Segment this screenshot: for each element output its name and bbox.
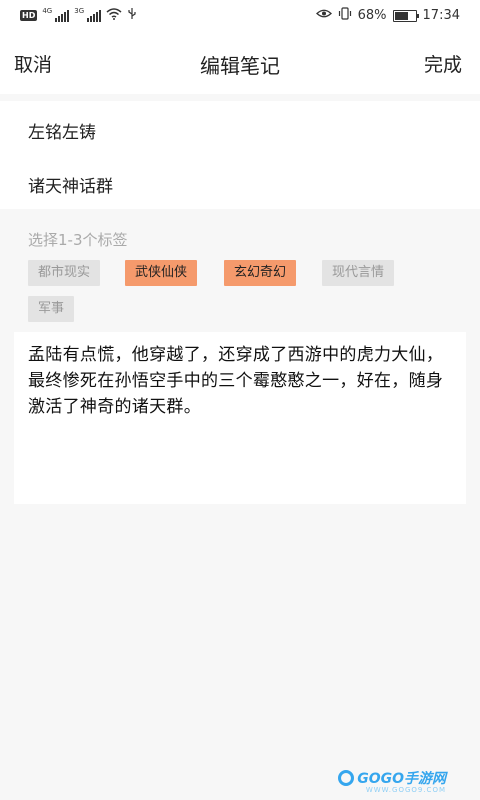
watermark-logo: GOGO手游网 WWW.GOGO9.COM xyxy=(338,768,446,794)
hd-badge: HD xyxy=(20,10,38,21)
tag-wuxia[interactable]: 武侠仙侠 xyxy=(125,260,198,286)
battery-percent: 68% xyxy=(357,8,387,23)
tag-romance[interactable]: 现代言情 xyxy=(322,260,395,286)
book-title-field[interactable]: 诸天神话群 xyxy=(0,155,480,209)
status-bar-left: HD 4G 3G xyxy=(20,7,137,24)
author-field-value: 左铭左铸 xyxy=(28,123,96,143)
page-title: 编辑笔记 xyxy=(200,54,280,78)
gogo-logo-icon xyxy=(338,770,355,786)
done-button[interactable]: 完成 xyxy=(424,50,462,77)
status-bar: HD 4G 3G 68% 17:34 xyxy=(0,0,480,30)
wifi-icon xyxy=(106,7,122,24)
clock: 17:34 xyxy=(422,8,460,23)
usb-icon xyxy=(127,7,137,24)
tags-hint: 选择1-3个标签 xyxy=(28,231,128,249)
signal-icon-2 xyxy=(87,9,102,22)
tag-military[interactable]: 军事 xyxy=(28,296,75,322)
author-field[interactable]: 左铭左铸 xyxy=(0,101,480,155)
note-content-area[interactable]: 孟陆有点慌，他穿越了，还穿成了西游中的虎力大仙，最终惨死在孙悟空手中的三个霉憨憨… xyxy=(14,332,466,504)
status-bar-right: 68% 17:34 xyxy=(315,7,460,24)
eye-icon xyxy=(315,8,332,23)
watermark-brand: GOGO手游网 xyxy=(357,771,446,787)
note-content-text: 孟陆有点慌，他穿越了，还穿成了西游中的虎力大仙，最终惨死在孙悟空手中的三个霉憨憨… xyxy=(28,345,444,417)
tag-fantasy[interactable]: 玄幻奇幻 xyxy=(224,260,297,286)
battery-icon xyxy=(392,9,419,22)
vibrate-icon xyxy=(338,7,352,24)
title-bar: 取消 编辑笔记 完成 xyxy=(0,30,480,94)
signal-icon xyxy=(55,9,70,22)
network-gen-1: 4G xyxy=(42,6,53,15)
tags-section: 选择1-3个标签 都市现实 武侠仙侠 玄幻奇幻 现代言情 军事 xyxy=(0,212,480,324)
network-gen-2: 3G xyxy=(74,6,85,15)
book-title-field-value: 诸天神话群 xyxy=(28,177,113,197)
watermark-url: WWW.GOGO9.COM xyxy=(365,786,446,794)
tag-urban[interactable]: 都市现实 xyxy=(28,260,101,286)
